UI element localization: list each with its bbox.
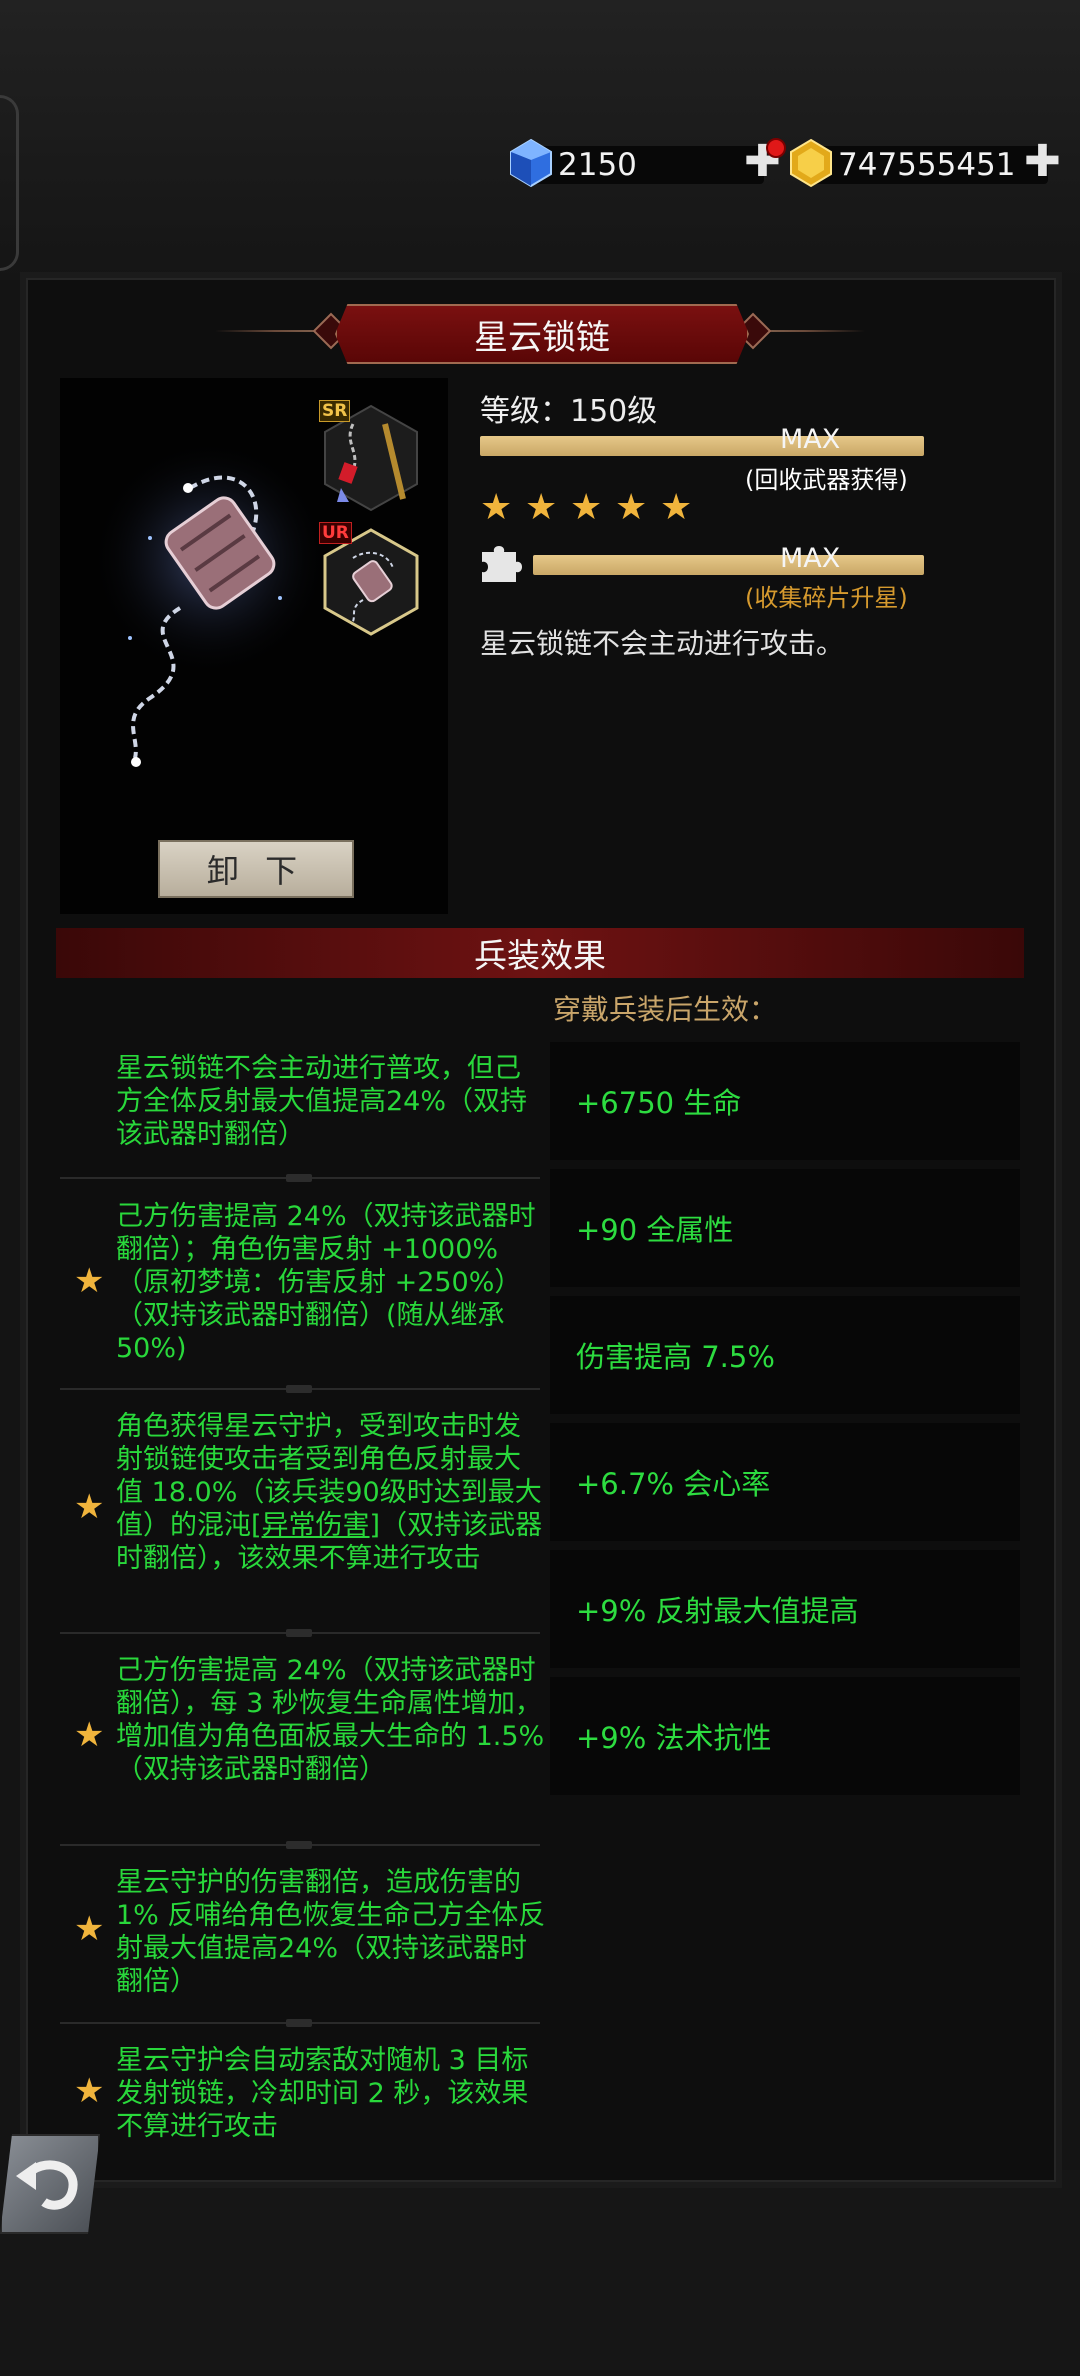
level-max-label: MAX — [780, 424, 841, 455]
effect-star-icon: ★ — [74, 2071, 105, 2111]
effect-divider — [60, 2019, 540, 2027]
blue-gem-icon — [508, 138, 554, 192]
effect-item-6: 星云守护会自动索敌对随机 3 目标发射锁链，冷却时间 2 秒，该效果不算进行攻击 — [116, 2045, 529, 2142]
ur-badge: UR — [319, 522, 352, 544]
star-icon: ★ — [480, 487, 513, 528]
gold-count: 747555451 — [838, 147, 1016, 183]
puzzle-piece-icon — [478, 540, 524, 588]
star-icon: ★ — [660, 487, 693, 528]
stat-damage-boost: 伤害提高 7.5% — [550, 1296, 1020, 1414]
star-icon: ★ — [615, 487, 648, 528]
equipment-effects-header: 兵装效果 — [56, 928, 1024, 978]
stat-health: +6750 生命 — [550, 1042, 1020, 1160]
star-source-note: (收集碎片升星) — [745, 584, 908, 612]
effect-divider — [60, 1174, 540, 1182]
effect-item-4: 己方伤害提高 24%（双持该武器时翻倍），每 3 秒恢复生命属性增加，增加值为角… — [116, 1655, 545, 1785]
sr-badge: SR — [319, 400, 351, 422]
effect-star-icon: ★ — [74, 1715, 105, 1755]
back-arrow-icon — [16, 2160, 78, 2210]
effect-divider — [60, 1841, 540, 1849]
weapon-description: 星云锁链不会主动进行攻击。 — [480, 627, 845, 660]
effect-item-3: 角色获得星云守护，受到攻击时发射锁链使攻击者受到角色反射最大值 18.0%（该兵… — [116, 1410, 546, 1575]
stat-all-attributes: +90 全属性 — [550, 1169, 1020, 1287]
effect-star-icon: ★ — [74, 1487, 105, 1527]
star-icon: ★ — [525, 487, 558, 528]
add-gold-button[interactable]: ✚ — [1024, 140, 1061, 184]
sr-item-slot[interactable]: SR — [319, 400, 419, 512]
side-tab-handle[interactable] — [0, 95, 19, 271]
stat-magic-resist: +9% 法术抗性 — [550, 1677, 1020, 1795]
effect-divider — [60, 1629, 540, 1637]
stat-crit-rate: +6.7% 会心率 — [550, 1423, 1020, 1541]
weapon-preview: SR UR — [60, 378, 448, 914]
gold-currency: 747555451 ✚ — [788, 138, 1068, 192]
level-progress-bar — [480, 436, 924, 456]
bottom-background — [0, 2170, 1080, 2376]
effect-item-5: 星云守护的伤害翻倍，造成伤害的 1% 反哺给角色恢复生命己方全体反射最大值提高2… — [116, 1867, 546, 1997]
effect-star-icon: ★ — [74, 1909, 105, 1949]
level-source-note: (回收武器获得) — [745, 466, 908, 494]
weapon-level: 等级：150级 — [480, 394, 658, 429]
star-icon: ★ — [570, 487, 603, 528]
effect-item-1: 星云锁链不会主动进行普攻，但己方全体反射最大值提高24%（双持该武器时翻倍） — [116, 1053, 528, 1150]
abnormal-damage-link[interactable]: 异常伤害 — [262, 1510, 370, 1541]
weapon-title: 星云锁链 — [335, 304, 749, 364]
notification-dot — [766, 138, 786, 158]
effect-star-icon: ★ — [74, 1261, 105, 1301]
gem-count: 2150 — [558, 147, 637, 183]
gem-currency: 2150 ✚ — [508, 138, 786, 192]
star-max-label: MAX — [780, 543, 841, 574]
effect-item-2: 己方伤害提高 24%（双持该武器时翻倍）；角色伤害反射 +1000%（原初梦境：… — [116, 1201, 536, 1364]
unequip-button[interactable]: 卸 下 — [158, 840, 354, 898]
wear-effect-label: 穿戴兵装后生效： — [553, 993, 778, 1026]
back-button[interactable] — [0, 2134, 100, 2234]
star-progress-bar — [533, 555, 924, 575]
ur-item-slot[interactable]: UR — [319, 522, 419, 636]
stat-reflect-max: +9% 反射最大值提高 — [550, 1550, 1020, 1668]
effect-divider — [60, 1385, 540, 1393]
gold-coin-icon — [788, 138, 834, 192]
